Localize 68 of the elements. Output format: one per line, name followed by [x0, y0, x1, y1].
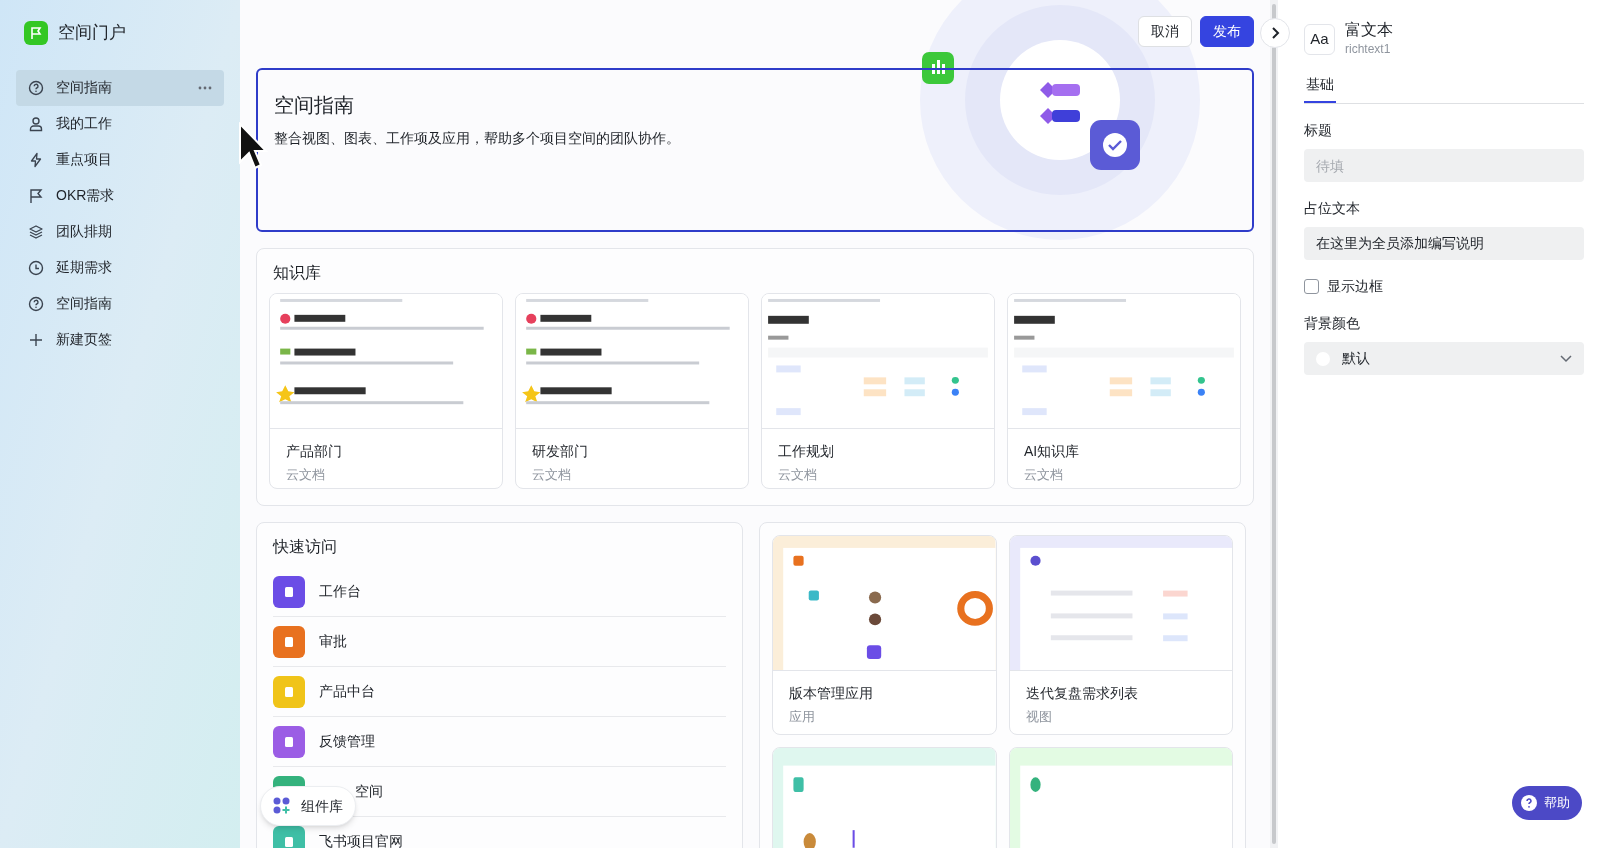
field-label: 背景颜色: [1304, 314, 1361, 333]
document-card[interactable]: 产品部门 云文档: [269, 293, 503, 489]
help-icon: [28, 79, 44, 96]
sidebar-item[interactable]: 重点项目: [16, 141, 224, 178]
sidebar-item[interactable]: 我的工作: [16, 105, 224, 142]
text-field[interactable]: 待填: [1304, 149, 1584, 182]
help-button[interactable]: 帮助: [1512, 786, 1582, 820]
quick-access-link[interactable]: 飞书项目官网: [319, 831, 403, 848]
quick-access-link[interactable]: 审批: [319, 631, 347, 652]
card-title: 迭代复盘需求列表: [1025, 684, 1139, 703]
clock-icon: [28, 259, 44, 276]
app-card[interactable]: 迭代复盘需求列表 视图: [1008, 535, 1233, 735]
component-id: richtext1: [1345, 41, 1392, 58]
text-field[interactable]: 在这里为全员添加编写说明: [1304, 227, 1584, 260]
component-library-button[interactable]: 组件库: [260, 786, 356, 826]
hero-title: 空间指南: [274, 93, 355, 118]
layers-icon: [28, 223, 44, 240]
card-subtitle: 云文档: [532, 467, 572, 484]
field-label: 占位文本: [1304, 199, 1361, 218]
card-subtitle: 视图: [1025, 709, 1053, 726]
hero-description: 整合视图、图表、工作项及应用，帮助多个项目空间的团队协作。: [274, 129, 681, 148]
component-title: 富文本: [1345, 20, 1393, 40]
section-title: 快速访问: [273, 537, 338, 557]
cancel-button[interactable]: 取消: [1138, 16, 1192, 47]
card-title: AI知识库: [1024, 442, 1081, 461]
card-subtitle: 云文档: [778, 467, 818, 484]
help-icon: [28, 295, 44, 312]
card-title: 版本管理应用: [789, 684, 874, 703]
sidebar-item[interactable]: 空间指南: [16, 285, 224, 322]
flag-icon: [28, 187, 44, 204]
document-card[interactable]: 研发部门 云文档: [515, 293, 749, 489]
chevron-right-icon: [1270, 27, 1280, 39]
more-icon[interactable]: [198, 85, 212, 90]
rich-text-icon: Aa: [1304, 23, 1335, 55]
document-card[interactable]: AI知识库 云文档: [1007, 293, 1241, 489]
quick-access-link[interactable]: 工作台: [319, 581, 361, 602]
sidebar-item[interactable]: 团队排期: [16, 213, 224, 250]
card-subtitle: 云文档: [1024, 467, 1064, 484]
bolt-icon: [28, 151, 44, 168]
flag-logo-icon: [24, 20, 48, 45]
checkbox[interactable]: [1304, 279, 1319, 294]
quick-access-link[interactable]: 空间: [355, 781, 383, 802]
app-card[interactable]: 版本管理应用 应用: [772, 535, 997, 735]
sidebar-item[interactable]: 新建页签: [16, 321, 224, 358]
plus-icon: [28, 331, 44, 348]
card-title: 研发部门: [532, 442, 589, 461]
chevron-down-icon: [1560, 354, 1572, 363]
hero-card[interactable]: 空间指南 整合视图、图表、工作项及应用，帮助多个项目空间的团队协作。: [256, 68, 1254, 232]
quick-access-link[interactable]: 反馈管理: [319, 731, 375, 752]
tab[interactable]: 基础: [1304, 74, 1336, 103]
grid-plus-icon: [273, 797, 291, 815]
sidebar-item[interactable]: 空间指南: [16, 69, 224, 106]
card-title: 工作规划: [778, 442, 835, 461]
document-card[interactable]: 工作规划 云文档: [761, 293, 995, 489]
quick-access-link[interactable]: 产品中台: [319, 681, 375, 702]
select-field[interactable]: 默认: [1304, 342, 1584, 375]
sidebar-item[interactable]: OKR需求: [16, 177, 224, 214]
card-subtitle: 云文档: [286, 467, 326, 484]
field-label: 标题: [1304, 121, 1333, 140]
help-icon: [1520, 794, 1538, 812]
sidebar-item[interactable]: 延期需求: [16, 249, 224, 286]
checkbox-label: 显示边框: [1327, 277, 1383, 296]
user-icon: [28, 115, 44, 132]
section-title: 知识库: [273, 263, 322, 283]
publish-button[interactable]: 发布: [1200, 16, 1254, 47]
card-title: 产品部门: [286, 442, 343, 461]
card-subtitle: 应用: [789, 709, 816, 726]
app-title: 空间门户: [58, 22, 126, 44]
